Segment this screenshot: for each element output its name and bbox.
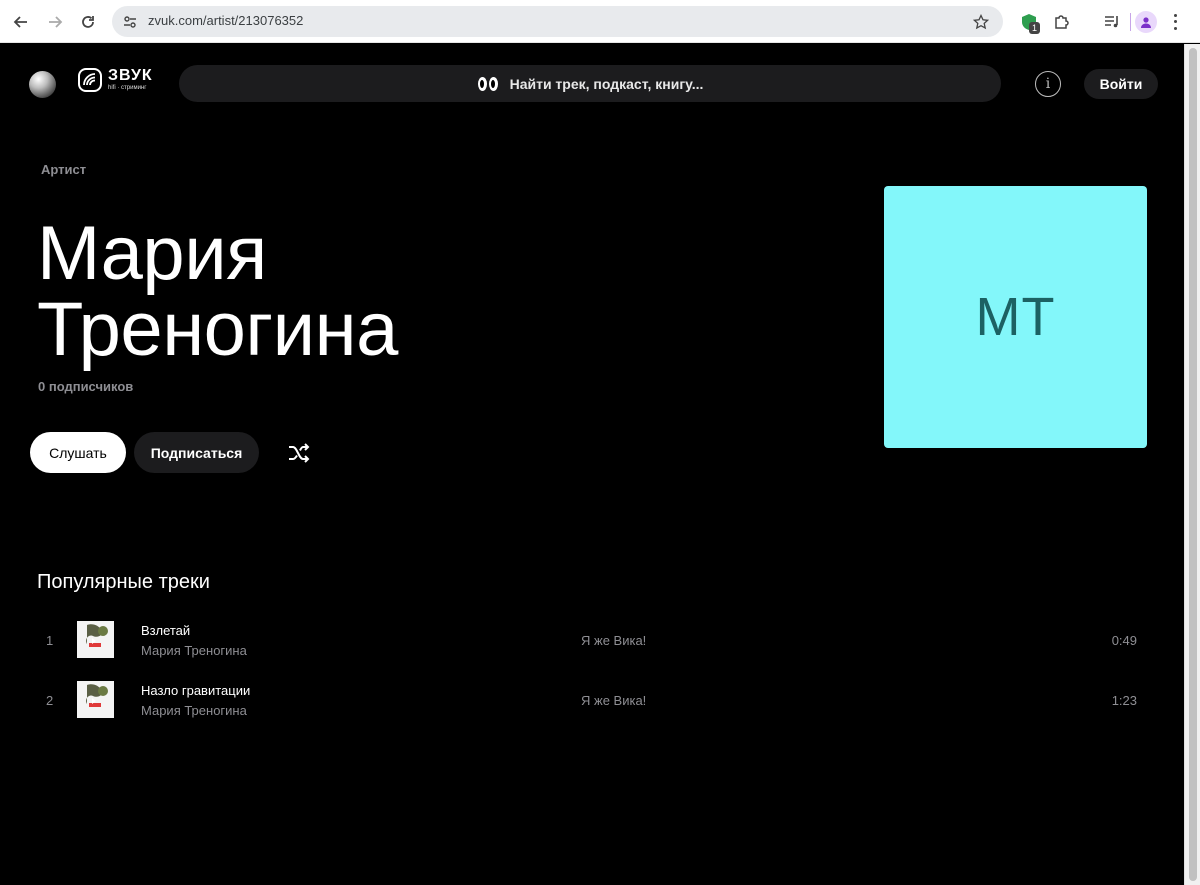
back-button[interactable] xyxy=(8,9,34,35)
reload-button[interactable] xyxy=(75,9,101,35)
login-button[interactable]: Войти xyxy=(1084,69,1158,99)
track-cover-image[interactable] xyxy=(77,681,114,718)
arrow-right-icon xyxy=(49,16,63,28)
popular-tracks-title: Популярные треки xyxy=(37,571,210,593)
reload-icon xyxy=(82,16,94,28)
shuffle-icon xyxy=(289,443,310,463)
artist-initials: МТ xyxy=(975,287,1056,347)
app-page: ЗВУК hifi · стриминг Найти трек, подкаст… xyxy=(0,44,1184,885)
subscribers-count: 0 подписчиков xyxy=(38,379,134,394)
track-title[interactable]: Назло гравитации xyxy=(141,683,250,698)
shuffle-button[interactable] xyxy=(286,440,312,466)
profile-avatar[interactable] xyxy=(1135,11,1157,33)
logo-name: ЗВУК xyxy=(108,67,153,84)
track-duration: 1:23 xyxy=(1111,693,1137,708)
info-icon[interactable]: i xyxy=(1035,71,1061,97)
bookmark-star-icon[interactable] xyxy=(971,12,991,32)
logo-subtitle: hifi · стриминг xyxy=(108,85,147,91)
artist-type-label: Артист xyxy=(41,162,87,177)
person-icon xyxy=(1141,17,1151,28)
extensions-button[interactable] xyxy=(1050,10,1074,34)
toolbar-divider xyxy=(1130,13,1131,31)
track-artist[interactable]: Мария Треногина xyxy=(141,643,247,658)
track-album[interactable]: Я же Вика! xyxy=(581,693,646,708)
arrow-left-icon xyxy=(13,16,27,28)
browser-menu-icon[interactable] xyxy=(1171,12,1179,32)
artist-name-line1: Мария xyxy=(37,211,267,296)
track-row[interactable]: 2 Назло гравитации Мария Треногина Я же … xyxy=(30,674,1150,730)
track-duration: 0:49 xyxy=(1111,633,1137,648)
track-artist[interactable]: Мария Треногина xyxy=(141,703,247,718)
sphere-logo-icon[interactable] xyxy=(29,71,56,98)
browser-toolbar: zvuk.com/artist/213076352 1 xyxy=(0,0,1200,43)
puzzle-icon xyxy=(1055,15,1069,29)
track-title[interactable]: Взлетай xyxy=(141,623,190,638)
page-scrollbar[interactable] xyxy=(1184,44,1200,885)
address-bar[interactable]: zvuk.com/artist/213076352 xyxy=(112,6,1003,37)
track-number: 2 xyxy=(46,693,54,708)
scrollbar-thumb[interactable] xyxy=(1189,48,1197,881)
listen-button[interactable]: Слушать xyxy=(30,432,126,473)
playlist-icon xyxy=(1105,16,1118,28)
media-controls-button[interactable] xyxy=(1100,10,1124,34)
track-row[interactable]: 1 Взлетай Мария Треногина Я же Вика! 0:4… xyxy=(30,614,1150,670)
search-bar[interactable]: Найти трек, подкаст, книгу... xyxy=(179,65,1001,102)
zvuk-logo[interactable]: ЗВУК hifi · стриминг xyxy=(78,68,153,92)
extension-shield-button[interactable]: 1 xyxy=(1017,10,1041,34)
artist-name: Мария Треногина xyxy=(37,216,637,368)
artist-cover: МТ xyxy=(884,186,1147,448)
subscribe-button[interactable]: Подписаться xyxy=(134,432,259,473)
search-placeholder: Найти трек, подкаст, книгу... xyxy=(509,75,704,92)
track-album[interactable]: Я же Вика! xyxy=(581,633,646,648)
track-cover-image[interactable] xyxy=(77,621,114,658)
forward-button[interactable] xyxy=(42,9,68,35)
track-number: 1 xyxy=(46,633,54,648)
zvuk-logo-icon xyxy=(78,68,102,92)
artist-name-line2: Треногина xyxy=(37,287,398,372)
extension-badge: 1 xyxy=(1029,22,1041,34)
url-text[interactable]: zvuk.com/artist/213076352 xyxy=(148,13,303,28)
site-settings-icon[interactable] xyxy=(120,12,140,32)
eyes-icon xyxy=(477,76,499,91)
